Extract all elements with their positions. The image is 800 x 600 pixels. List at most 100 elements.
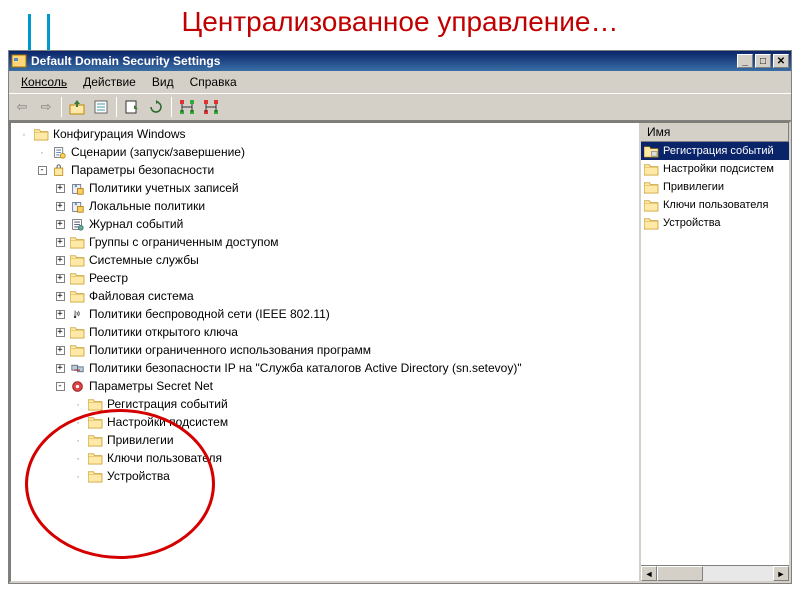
menu-action[interactable]: Действие: [75, 73, 144, 91]
expand-button[interactable]: +: [56, 202, 65, 211]
expand-button[interactable]: +: [56, 310, 65, 319]
tree-item-label: Ключи пользователя: [107, 451, 222, 465]
folder-special-icon: [643, 143, 659, 159]
content-area: ·Конфигурация Windows·Сценарии (запуск/з…: [9, 121, 791, 583]
security-icon: [51, 162, 67, 178]
tree-item-label: Политики беспроводной сети (IEEE 802.11): [89, 307, 330, 321]
tree-expander-slot: ·: [69, 451, 87, 465]
tree-icon-1[interactable]: [176, 96, 198, 118]
tree-item[interactable]: + Политики беспроводной сети (IEEE 802.11…: [11, 305, 639, 323]
nav-forward-button[interactable]: ⇨: [35, 96, 57, 118]
tree-item[interactable]: -Параметры Secret Net: [11, 377, 639, 395]
tree-item[interactable]: - Параметры безопасности: [11, 161, 639, 179]
up-button[interactable]: [66, 96, 88, 118]
tree-expander-slot: ·: [69, 397, 87, 411]
folder-icon: [69, 252, 85, 268]
list-item[interactable]: Устройства: [641, 214, 789, 232]
tree-item[interactable]: ·Привилегии: [11, 431, 639, 449]
tree-expander-slot: ·: [69, 469, 87, 483]
collapse-button[interactable]: -: [56, 382, 65, 391]
policy-icon: [69, 180, 85, 196]
list-item[interactable]: Регистрация событий: [641, 142, 789, 160]
expand-button[interactable]: +: [56, 364, 65, 373]
toolbar: ⇦ ⇨: [9, 93, 791, 121]
folder-icon: [643, 197, 659, 213]
tree-item-label: Политики учетных записей: [89, 181, 239, 195]
scroll-left-button[interactable]: ◄: [641, 566, 657, 581]
refresh-button[interactable]: [145, 96, 167, 118]
expand-button[interactable]: +: [56, 256, 65, 265]
expand-button[interactable]: +: [56, 346, 65, 355]
tree-item[interactable]: + Группы с ограниченным доступом: [11, 233, 639, 251]
properties-button[interactable]: [90, 96, 112, 118]
tree-item[interactable]: ·Настройки подсистем: [11, 413, 639, 431]
tree-item-label: Файловая система: [89, 289, 194, 303]
tree-item[interactable]: +Реестр: [11, 269, 639, 287]
maximize-button[interactable]: □: [755, 54, 771, 68]
tree-item[interactable]: ·Сценарии (запуск/завершение): [11, 143, 639, 161]
scroll-thumb[interactable]: [657, 566, 703, 581]
tree-item-label: Группы с ограниченным доступом: [89, 235, 279, 249]
script-icon: [51, 144, 67, 160]
secretnet-icon: [69, 378, 85, 394]
folder-icon: [69, 288, 85, 304]
expand-button[interactable]: +: [56, 328, 65, 337]
tree-item[interactable]: +Локальные политики: [11, 197, 639, 215]
app-icon: [11, 53, 27, 69]
list-item[interactable]: Настройки подсистем: [641, 160, 789, 178]
tree-expander-slot: -: [33, 166, 51, 175]
expand-button[interactable]: +: [56, 220, 65, 229]
tree-expander-slot: +: [51, 220, 69, 229]
tree-expander-slot: ·: [69, 433, 87, 447]
tree-item[interactable]: +Политики безопасности IP на "Служба кат…: [11, 359, 639, 377]
close-button[interactable]: ✕: [773, 54, 789, 68]
tree-pane[interactable]: ·Конфигурация Windows·Сценарии (запуск/з…: [11, 123, 641, 581]
tree-expander-slot: -: [51, 382, 69, 391]
menu-console[interactable]: Консоль: [13, 73, 75, 91]
expand-button[interactable]: +: [56, 184, 65, 193]
list-item[interactable]: Ключи пользователя: [641, 196, 789, 214]
minimize-button[interactable]: _: [737, 54, 753, 68]
menu-help[interactable]: Справка: [182, 73, 245, 91]
menu-view[interactable]: Вид: [144, 73, 182, 91]
tree-item[interactable]: +Журнал событий: [11, 215, 639, 233]
tree-expander-slot: ·: [33, 145, 51, 159]
nav-back-button[interactable]: ⇦: [11, 96, 33, 118]
tree-item[interactable]: +Политики открытого ключа: [11, 323, 639, 341]
expand-button[interactable]: +: [56, 238, 65, 247]
list-item-label: Ключи пользователя: [663, 199, 768, 211]
tree-item[interactable]: · Ключи пользователя: [11, 449, 639, 467]
tree-expander-slot: +: [51, 184, 69, 193]
folder-icon: [643, 215, 659, 231]
scroll-right-button[interactable]: ►: [773, 566, 789, 581]
tree-item[interactable]: + Политики учетных записей: [11, 179, 639, 197]
tree-icon-2[interactable]: [200, 96, 222, 118]
slide-decoration: [28, 14, 50, 50]
tree-item[interactable]: ·Регистрация событий: [11, 395, 639, 413]
tree-item[interactable]: ·Устройства: [11, 467, 639, 485]
toolbar-separator: [116, 97, 117, 117]
folder-open-icon: [33, 126, 49, 142]
collapse-button[interactable]: -: [38, 166, 47, 175]
scroll-track[interactable]: [657, 566, 773, 581]
export-button[interactable]: [121, 96, 143, 118]
folder-icon: [69, 324, 85, 340]
tree-expander-slot: +: [51, 328, 69, 337]
list-item-label: Привилегии: [663, 181, 724, 193]
tree-item[interactable]: +Политики ограниченного использования пр…: [11, 341, 639, 359]
tree-item[interactable]: + Файловая система: [11, 287, 639, 305]
expand-button[interactable]: +: [56, 292, 65, 301]
folder-icon: [87, 450, 103, 466]
app-window: Default Domain Security Settings _ □ ✕ К…: [8, 50, 792, 584]
tree-item[interactable]: ·Конфигурация Windows: [11, 125, 639, 143]
tree-item-label: Параметры безопасности: [71, 163, 214, 177]
list-item-label: Устройства: [663, 217, 721, 229]
folder-icon: [87, 396, 103, 412]
wireless-icon: [69, 306, 85, 322]
list-column-header[interactable]: Имя: [641, 123, 789, 142]
folder-icon: [87, 414, 103, 430]
list-item[interactable]: Привилегии: [641, 178, 789, 196]
tree-item[interactable]: +Системные службы: [11, 251, 639, 269]
expand-button[interactable]: +: [56, 274, 65, 283]
horizontal-scrollbar[interactable]: ◄ ►: [641, 565, 789, 581]
